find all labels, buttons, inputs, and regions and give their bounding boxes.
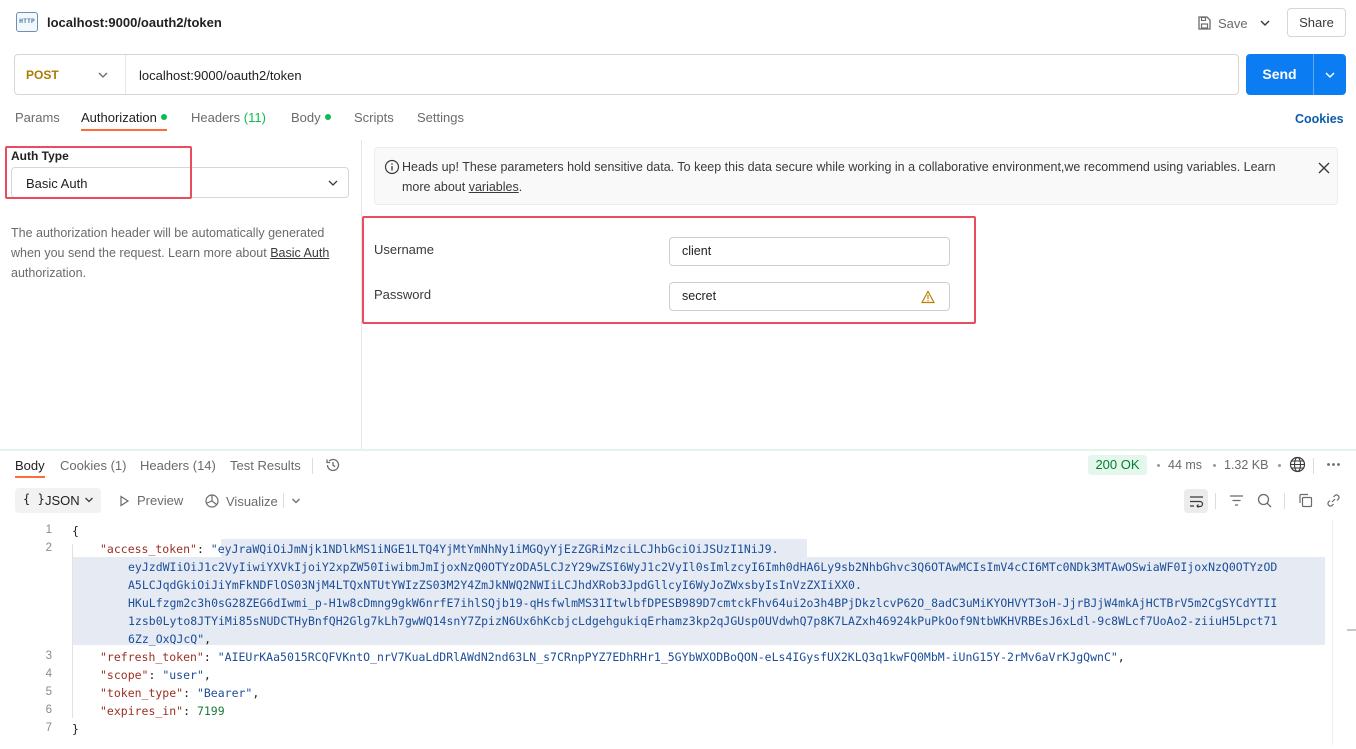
- code-line: "token_type": "Bearer",: [100, 686, 260, 700]
- line-number: 5: [45, 686, 52, 698]
- basic-auth-link[interactable]: Basic Auth: [270, 246, 329, 260]
- play-icon: [120, 494, 130, 507]
- format-label: JSON: [45, 493, 80, 508]
- divider: [125, 55, 126, 94]
- chevron-down-icon[interactable]: [290, 495, 302, 507]
- save-icon: [1198, 16, 1211, 30]
- code-line: "access_token": "eyJraWQiOiJmNjk1NDlkMS1…: [100, 542, 779, 556]
- highlight-box: [5, 146, 192, 199]
- code-line: eyJzdWIiOiJ1c2VyIiwiYXVkIjoiY2xpZW50Iiwi…: [128, 560, 1278, 574]
- code-line: }: [72, 722, 79, 736]
- tab-params[interactable]: Params: [15, 110, 60, 125]
- auth-description: The authorization header will be automat…: [11, 226, 330, 280]
- url-bar: POST localhost:9000/oauth2/token: [14, 54, 1239, 95]
- visualize-icon: [205, 494, 219, 508]
- separator-dot: [1278, 464, 1281, 467]
- code-line: "expires_in": 7199: [100, 704, 225, 718]
- request-title[interactable]: localhost:9000/oauth2/token: [47, 15, 222, 30]
- search-icon[interactable]: [1256, 492, 1273, 509]
- http-request-icon: HTTP: [16, 12, 38, 32]
- scrollbar-marker: [1347, 629, 1356, 631]
- line-number: 1: [45, 524, 52, 536]
- active-tab-indicator: [15, 476, 45, 478]
- title-bar: HTTP localhost:9000/oauth2/token Save Sh…: [0, 0, 1356, 44]
- response-size[interactable]: 1.32 KB: [1224, 458, 1268, 472]
- tab-response-headers[interactable]: Headers (14): [140, 458, 216, 473]
- tab-response-body[interactable]: Body: [15, 458, 45, 473]
- more-options-icon[interactable]: [1325, 456, 1342, 473]
- share-button[interactable]: Share: [1287, 8, 1346, 37]
- active-tab-indicator: [81, 129, 167, 131]
- chevron-down-icon: [328, 180, 338, 186]
- divider: [1313, 54, 1314, 95]
- filter-icon[interactable]: [1228, 492, 1245, 509]
- divider: [1313, 458, 1314, 474]
- chevron-down-icon[interactable]: [1322, 67, 1338, 83]
- format-select[interactable]: { } JSON: [15, 488, 101, 513]
- tab-response-cookies[interactable]: Cookies (1): [60, 458, 126, 473]
- send-button[interactable]: Send: [1246, 54, 1346, 95]
- copy-icon[interactable]: [1297, 492, 1314, 509]
- status-badge[interactable]: 200 OK: [1088, 455, 1147, 475]
- chevron-down-icon: [85, 497, 93, 503]
- visualize-label: Visualize: [226, 493, 278, 509]
- divider: [1215, 493, 1216, 509]
- line-number: 7: [45, 722, 52, 734]
- notice-text: Heads up! These parameters hold sensitiv…: [402, 160, 1276, 194]
- cookies-link[interactable]: Cookies: [1295, 112, 1344, 126]
- response-time[interactable]: 44 ms: [1168, 458, 1202, 472]
- method-select[interactable]: POST: [26, 68, 59, 82]
- indent-guide: [72, 544, 73, 718]
- line-number: 4: [45, 668, 52, 680]
- visualize-button[interactable]: Visualize: [204, 493, 278, 509]
- status-dot: [324, 114, 331, 120]
- wrap-lines-icon[interactable]: [1188, 493, 1205, 510]
- json-brace-icon: { }: [23, 492, 45, 506]
- code-line: 1zsb0Lyto8JTYiMi85sNUDCTHyBnfQH2Glg7kLh7…: [128, 614, 1278, 628]
- variables-link[interactable]: variables: [469, 180, 519, 194]
- history-icon[interactable]: [325, 457, 341, 473]
- save-label: Save: [1218, 15, 1248, 31]
- separator-dot: [1157, 464, 1160, 467]
- chevron-down-icon[interactable]: [1256, 14, 1274, 32]
- close-icon[interactable]: [1317, 161, 1331, 175]
- tab-test-results[interactable]: Test Results: [230, 458, 301, 473]
- code-line: "refresh_token": "AIEUrKAa5015RCQFVKntO_…: [100, 650, 1125, 664]
- divider: [312, 458, 313, 474]
- code-line: HKuLfzgm2c3h0sG28ZEG6dIwmi_p-H1w8cDmng9g…: [128, 596, 1278, 610]
- line-number: 3: [45, 650, 52, 662]
- highlight-box: [362, 216, 976, 324]
- preview-button[interactable]: Preview: [118, 493, 183, 508]
- status-dot: [160, 114, 167, 120]
- send-label: Send: [1262, 66, 1297, 82]
- divider: [283, 493, 284, 508]
- tab-body[interactable]: Body: [291, 110, 331, 125]
- line-number: 6: [45, 704, 52, 716]
- code-line: 6Zz_OxQJcQ",: [128, 632, 212, 646]
- info-icon: [384, 159, 400, 175]
- line-number: 2: [45, 542, 52, 554]
- code-line: {: [72, 524, 79, 538]
- tab-scripts[interactable]: Scripts: [354, 110, 394, 125]
- sensitive-data-notice: Heads up! These parameters hold sensitiv…: [374, 147, 1338, 205]
- preview-label: Preview: [137, 493, 184, 508]
- separator-dot: [1213, 464, 1216, 467]
- save-button[interactable]: Save: [1196, 12, 1248, 34]
- globe-icon[interactable]: [1289, 456, 1306, 473]
- tab-headers[interactable]: Headers (11): [191, 110, 266, 125]
- divider: [1284, 493, 1285, 509]
- code-line: A5LCJqdGkiOiJiYmFkNDFlOS03NjM4LTQxNTUtYW…: [128, 578, 862, 592]
- tab-settings[interactable]: Settings: [417, 110, 464, 125]
- chevron-down-icon[interactable]: [96, 68, 110, 82]
- pane-resizer[interactable]: [0, 449, 1356, 451]
- code-line: "scope": "user",: [100, 668, 211, 682]
- link-icon[interactable]: [1325, 492, 1342, 509]
- url-input[interactable]: localhost:9000/oauth2/token: [139, 68, 302, 83]
- scrollbar[interactable]: [1332, 520, 1333, 745]
- tab-authorization[interactable]: Authorization: [81, 110, 167, 125]
